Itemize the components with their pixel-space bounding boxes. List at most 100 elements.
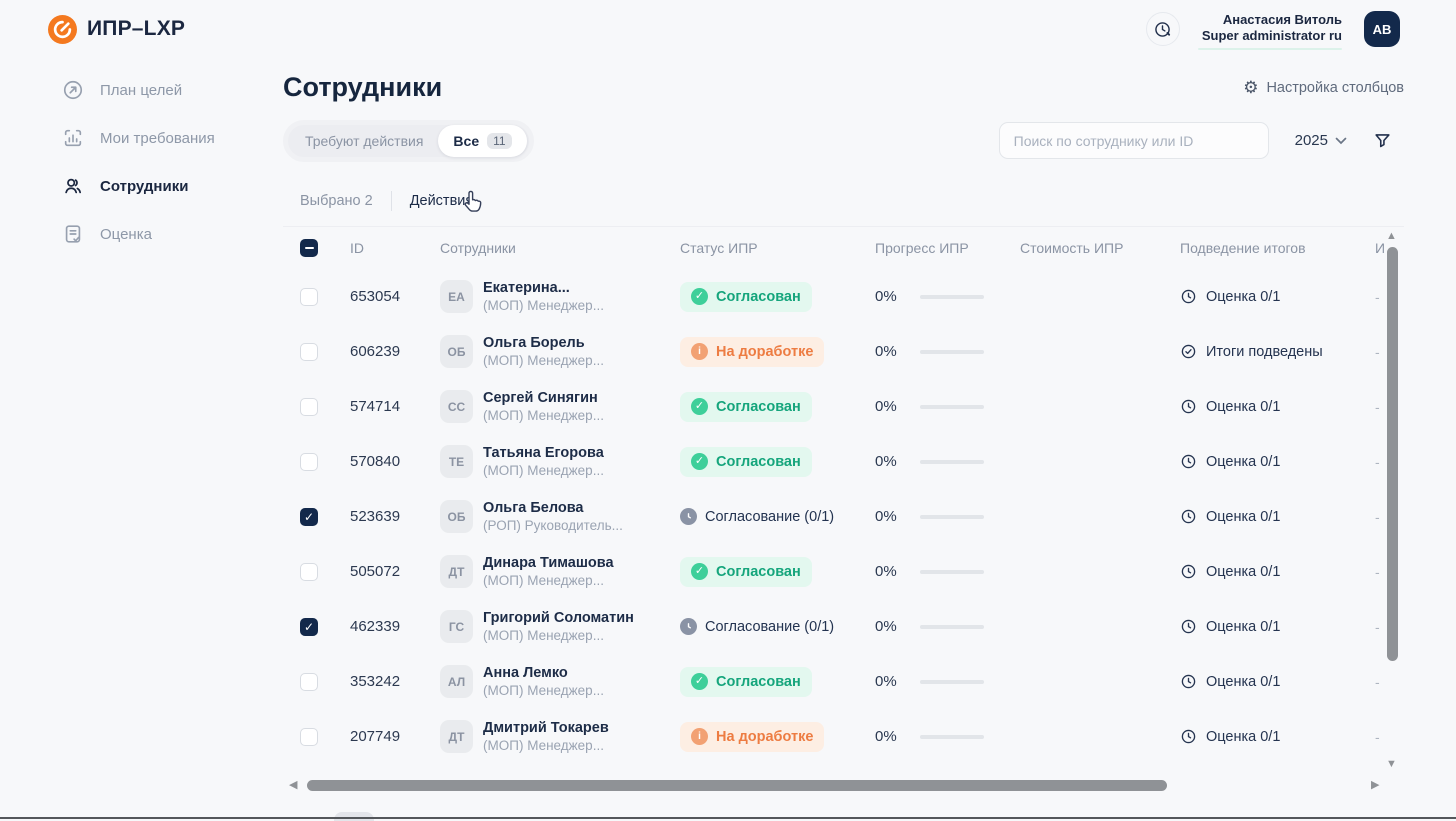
employee-role: (МОП) Менеджер... bbox=[483, 407, 604, 424]
column-settings-button[interactable]: ⚙ Настройка столбцов bbox=[1243, 79, 1404, 96]
row-checkbox[interactable] bbox=[300, 673, 318, 691]
sidebar-item-my-requirements[interactable]: Мои требования bbox=[0, 114, 283, 162]
summary-label: Оценка 0/1 bbox=[1206, 674, 1280, 690]
employee-cell[interactable]: ОБ Ольга Борель (МОП) Менеджер... bbox=[440, 335, 680, 369]
tab-require-action[interactable]: Требуют действия bbox=[290, 125, 438, 157]
row-checkbox[interactable] bbox=[300, 618, 318, 636]
user-info[interactable]: Анастасия Витоль Super administrator ru bbox=[1202, 12, 1342, 47]
employee-avatar: ТЕ bbox=[440, 445, 473, 478]
sidebar-item-employees[interactable]: Сотрудники bbox=[0, 162, 283, 210]
status-badge: ✓ i Согласован bbox=[680, 392, 812, 422]
clock-icon bbox=[1180, 563, 1197, 580]
employee-id: 505072 bbox=[350, 563, 440, 580]
col-header-status[interactable]: Статус ИПР bbox=[680, 240, 875, 256]
employee-role: (МОП) Менеджер... bbox=[483, 737, 609, 754]
filter-button[interactable] bbox=[1373, 131, 1392, 150]
extra-cell: - bbox=[1375, 729, 1400, 745]
select-all-checkbox[interactable] bbox=[300, 239, 318, 257]
sidebar-item-evaluation[interactable]: Оценка bbox=[0, 210, 283, 258]
employee-id: 523639 bbox=[350, 508, 440, 525]
status-icon: ✓ i bbox=[680, 618, 697, 635]
row-checkbox[interactable] bbox=[300, 288, 318, 306]
hscroll-left-arrow[interactable]: ◀ bbox=[289, 780, 297, 791]
employee-role: (РОП) Руководитель... bbox=[483, 517, 623, 534]
clock-icon bbox=[1180, 618, 1197, 635]
progress-value: 0% bbox=[875, 288, 897, 305]
actions-button[interactable]: Действия bbox=[410, 193, 474, 209]
year-dropdown[interactable]: 2025 bbox=[1295, 132, 1347, 149]
progress-cell: 0% bbox=[875, 453, 1020, 470]
progress-value: 0% bbox=[875, 343, 897, 360]
col-header-progress[interactable]: Прогресс ИПР bbox=[875, 240, 1020, 256]
history-button[interactable] bbox=[1146, 12, 1180, 46]
employee-cell[interactable]: ЕА Екатерина... (МОП) Менеджер... bbox=[440, 280, 680, 314]
table-row: 462339 ГС Григорий Соломатин (МОП) Менед… bbox=[300, 599, 1404, 654]
col-header-id[interactable]: ID bbox=[350, 240, 440, 256]
row-checkbox[interactable] bbox=[300, 398, 318, 416]
search-input[interactable] bbox=[999, 122, 1269, 159]
status-label: Согласование (0/1) bbox=[705, 619, 834, 635]
employee-id: 574714 bbox=[350, 398, 440, 415]
status-label: На доработке bbox=[716, 729, 813, 745]
summary-cell: Оценка 0/1 bbox=[1180, 728, 1375, 745]
app-logo[interactable]: ИПР–LXP bbox=[48, 15, 185, 44]
tab-all-count-badge: 11 bbox=[487, 133, 511, 149]
requirements-chart-icon bbox=[62, 127, 84, 149]
vscroll-down-arrow[interactable]: ▼ bbox=[1386, 759, 1397, 770]
status-icon: ✓ i bbox=[691, 453, 708, 470]
employee-cell[interactable]: ДТ Динара Тимашова (МОП) Менеджер... bbox=[440, 555, 680, 589]
summary-cell: Итоги подведены bbox=[1180, 343, 1375, 360]
progress-bar bbox=[920, 295, 984, 299]
employee-cell[interactable]: СС Сергей Синягин (МОП) Менеджер... bbox=[440, 390, 680, 424]
progress-cell: 0% bbox=[875, 728, 1020, 745]
summary-label: Оценка 0/1 bbox=[1206, 564, 1280, 580]
progress-bar bbox=[920, 460, 984, 464]
row-checkbox[interactable] bbox=[300, 453, 318, 471]
status-badge: ✓ i Согласование (0/1) bbox=[680, 612, 834, 642]
employee-id: 570840 bbox=[350, 453, 440, 470]
employee-name: Анна Лемко bbox=[483, 665, 604, 682]
sidebar-item-goal-plan[interactable]: План целей bbox=[0, 66, 283, 114]
progress-bar bbox=[920, 405, 984, 409]
vertical-scrollbar-thumb[interactable] bbox=[1387, 247, 1398, 661]
col-header-cost[interactable]: Стоимость ИПР bbox=[1020, 240, 1180, 256]
extra-cell: - bbox=[1375, 674, 1400, 690]
summary-cell: Оценка 0/1 bbox=[1180, 398, 1375, 415]
employee-name: Ольга Борель bbox=[483, 335, 604, 352]
employee-avatar: ДТ bbox=[440, 720, 473, 753]
avatar[interactable]: АВ bbox=[1364, 11, 1400, 47]
hscroll-right-arrow[interactable]: ▶ bbox=[1371, 780, 1379, 791]
horizontal-scrollbar-thumb[interactable] bbox=[307, 780, 1167, 791]
clock-icon bbox=[1180, 288, 1197, 305]
progress-value: 0% bbox=[875, 453, 897, 470]
summary-cell: Оценка 0/1 bbox=[1180, 618, 1375, 635]
status-badge: ✓ i На доработке bbox=[680, 722, 824, 752]
logo-text: ИПР–LXP bbox=[87, 17, 185, 41]
table-row: 606239 ОБ Ольга Борель (МОП) Менеджер... bbox=[300, 324, 1404, 379]
status-icon: ✓ i bbox=[691, 343, 708, 360]
status-icon: ✓ i bbox=[691, 288, 708, 305]
employee-id: 606239 bbox=[350, 343, 440, 360]
evaluation-doc-icon bbox=[62, 223, 84, 245]
vscroll-up-arrow[interactable]: ▲ bbox=[1386, 231, 1397, 242]
row-checkbox[interactable] bbox=[300, 728, 318, 746]
employee-cell[interactable]: ДТ Дмитрий Токарев (МОП) Менеджер... bbox=[440, 720, 680, 754]
col-header-employees[interactable]: Сотрудники bbox=[440, 240, 680, 256]
row-checkbox[interactable] bbox=[300, 563, 318, 581]
employee-cell[interactable]: ОБ Ольга Белова (РОП) Руководитель... bbox=[440, 500, 680, 534]
progress-bar bbox=[920, 625, 984, 629]
employee-role: (МОП) Менеджер... bbox=[483, 627, 634, 644]
tab-all[interactable]: Все 11 bbox=[438, 125, 526, 157]
sidebar-item-label: Мои требования bbox=[100, 130, 215, 147]
progress-bar bbox=[920, 515, 984, 519]
row-checkbox[interactable] bbox=[300, 343, 318, 361]
page-title: Сотрудники bbox=[283, 72, 442, 103]
table-header-row: ID Сотрудники Статус ИПР Прогресс ИПР Ст… bbox=[300, 227, 1404, 269]
col-header-summary[interactable]: Подведение итогов bbox=[1180, 240, 1375, 256]
row-checkbox[interactable] bbox=[300, 508, 318, 526]
employee-name: Татьяна Егорова bbox=[483, 445, 604, 462]
employee-cell[interactable]: АЛ Анна Лемко (МОП) Менеджер... bbox=[440, 665, 680, 699]
employee-cell[interactable]: ГС Григорий Соломатин (МОП) Менеджер... bbox=[440, 610, 680, 644]
employee-role: (МОП) Менеджер... bbox=[483, 682, 604, 699]
employee-cell[interactable]: ТЕ Татьяна Егорова (МОП) Менеджер... bbox=[440, 445, 680, 479]
